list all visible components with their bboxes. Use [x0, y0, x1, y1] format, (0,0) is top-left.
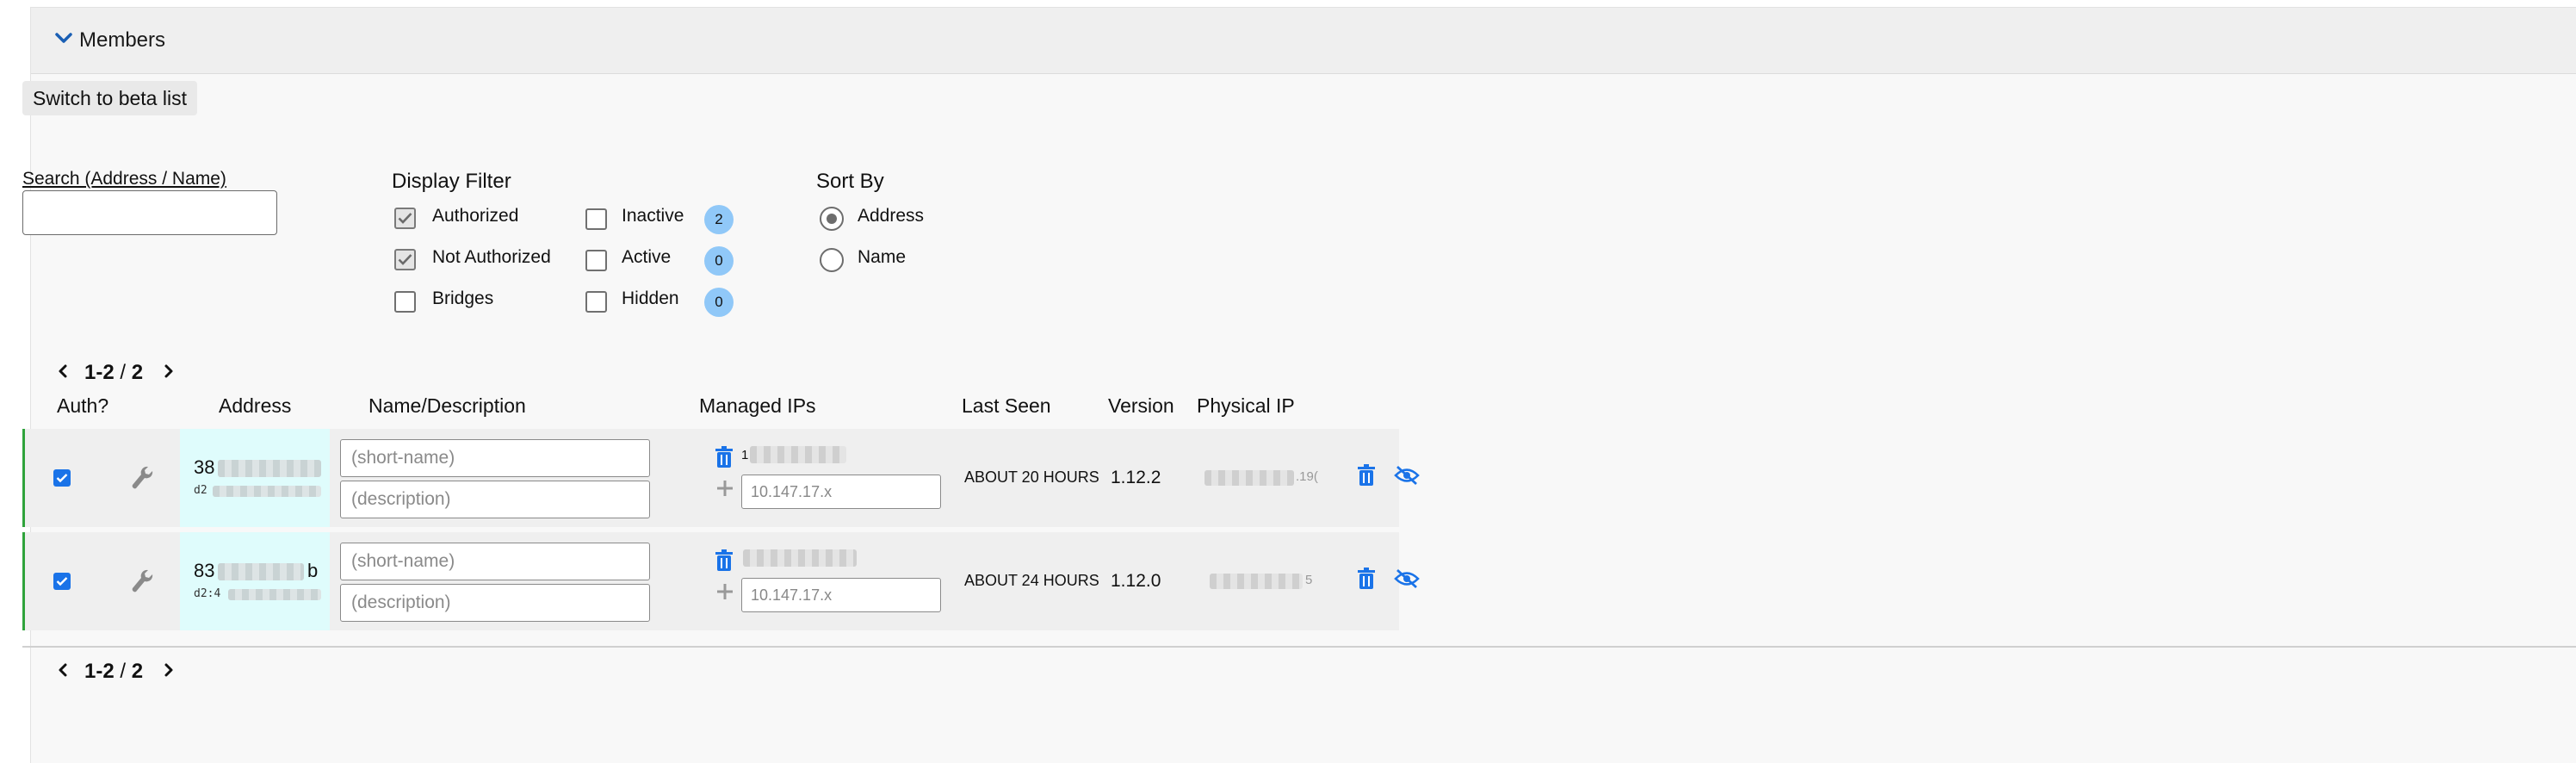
bridges-label: Bridges [432, 288, 494, 308]
sort-name-radio[interactable] [820, 248, 844, 272]
chevron-down-icon[interactable] [54, 32, 73, 44]
last-seen-text: ABOUT 20 HOURS [964, 468, 1099, 486]
address-cell[interactable]: 83 b d2:4 [180, 532, 330, 630]
page-total: 2 [131, 361, 144, 384]
trash-icon[interactable] [1357, 568, 1376, 590]
table-row: 83 b d2:4 ABOUT 24 HOURS 1.12.0 5 [22, 532, 1420, 630]
hidden-checkbox[interactable] [585, 291, 607, 313]
search-input[interactable] [22, 190, 277, 235]
pagination-bottom: 1-2 / 2 [84, 660, 143, 684]
version-text: 1.12.2 [1111, 468, 1161, 487]
page-separator: / [120, 660, 127, 683]
chevron-left-icon[interactable] [57, 363, 69, 379]
wrench-icon[interactable] [129, 464, 153, 492]
sort-by-title: Sort By [816, 170, 884, 193]
short-name-input[interactable] [340, 439, 650, 477]
display-filter-title: Display Filter [392, 170, 511, 193]
check-icon [398, 213, 412, 224]
authorized-label: Authorized [432, 206, 519, 226]
table-divider [22, 646, 2576, 648]
not-authorized-label: Not Authorized [432, 247, 551, 267]
chevron-right-icon[interactable] [163, 363, 175, 379]
table-row: 38 d2 1 ABOUT 20 HOURS 1.12.2 .19( [22, 429, 1420, 527]
redacted-mac [228, 589, 321, 600]
trash-icon[interactable] [715, 549, 734, 572]
address-subtext: d2 [194, 484, 207, 497]
physical-ip-text: .19( [1296, 469, 1318, 484]
switch-to-beta-button[interactable]: Switch to beta list [22, 81, 197, 115]
eye-slash-icon[interactable] [1394, 465, 1420, 486]
not-authorized-checkbox[interactable] [394, 249, 416, 270]
page-range: 1-2 [84, 660, 115, 683]
description-input[interactable] [340, 481, 650, 518]
trash-icon[interactable] [715, 446, 734, 468]
auth-checkbox[interactable] [53, 469, 71, 487]
chevron-left-icon[interactable] [57, 662, 69, 678]
address-subtext: d2:4 [194, 587, 221, 600]
wrench-icon[interactable] [129, 568, 153, 595]
page-separator: / [120, 361, 127, 384]
sort-name-label: Name [858, 247, 907, 267]
inactive-count-badge: 2 [704, 205, 734, 234]
eye-slash-icon[interactable] [1394, 568, 1420, 589]
members-header[interactable]: Members [31, 8, 2576, 74]
members-panel: Members [30, 7, 2576, 763]
version-text: 1.12.0 [1111, 571, 1161, 591]
check-icon [56, 474, 68, 483]
search-label: Search (Address / Name) [22, 169, 226, 189]
header-managed-ips: Managed IPs [699, 394, 816, 417]
inactive-label: Inactive [622, 206, 684, 226]
redacted-physical-ip [1210, 574, 1303, 589]
active-count-badge: 0 [704, 246, 734, 276]
header-address[interactable]: Address [219, 394, 291, 418]
header-auth: Auth? [57, 394, 109, 417]
redacted-physical-ip [1204, 470, 1294, 486]
redacted-managed-ip [743, 549, 857, 567]
inactive-checkbox[interactable] [585, 208, 607, 230]
active-checkbox[interactable] [585, 250, 607, 271]
physical-ip-text: 5 [1305, 573, 1313, 587]
redacted-address [218, 563, 304, 580]
last-seen-text: ABOUT 24 HOURS [964, 572, 1099, 589]
address-cell[interactable]: 38 d2 [180, 429, 330, 527]
trash-icon[interactable] [1357, 464, 1376, 487]
hidden-count-badge: 0 [704, 288, 734, 317]
managed-ip-text: 1 [741, 448, 749, 462]
redacted-mac [213, 486, 321, 497]
plus-icon[interactable] [715, 582, 734, 601]
auth-checkbox[interactable] [53, 573, 71, 590]
ip-assign-input[interactable] [741, 475, 941, 509]
address-text: 83 [194, 560, 215, 581]
panel-title: Members [79, 28, 166, 52]
description-input[interactable] [340, 584, 650, 622]
sort-address-label: Address [858, 206, 925, 226]
plus-icon[interactable] [715, 479, 734, 498]
redacted-address [218, 460, 321, 477]
hidden-label: Hidden [622, 288, 679, 308]
authorized-checkbox[interactable] [394, 208, 416, 229]
active-label: Active [622, 247, 672, 267]
page-range: 1-2 [84, 361, 115, 384]
header-name[interactable]: Name/Description [368, 394, 526, 418]
header-physical-ip[interactable]: Physical IP [1197, 394, 1295, 418]
page-total: 2 [131, 660, 144, 683]
header-version[interactable]: Version [1108, 394, 1174, 418]
bridges-checkbox[interactable] [394, 291, 416, 313]
check-icon [56, 577, 68, 586]
header-last-seen[interactable]: Last Seen [962, 394, 1051, 418]
check-icon [398, 254, 412, 265]
chevron-right-icon[interactable] [163, 662, 175, 678]
short-name-input[interactable] [340, 543, 650, 580]
sort-address-radio[interactable] [820, 207, 844, 231]
ip-assign-input[interactable] [741, 578, 941, 612]
pagination-top: 1-2 / 2 [84, 361, 143, 385]
address-suffix-text: b [307, 560, 319, 581]
redacted-managed-ip [750, 446, 846, 463]
address-text: 38 [194, 456, 215, 478]
